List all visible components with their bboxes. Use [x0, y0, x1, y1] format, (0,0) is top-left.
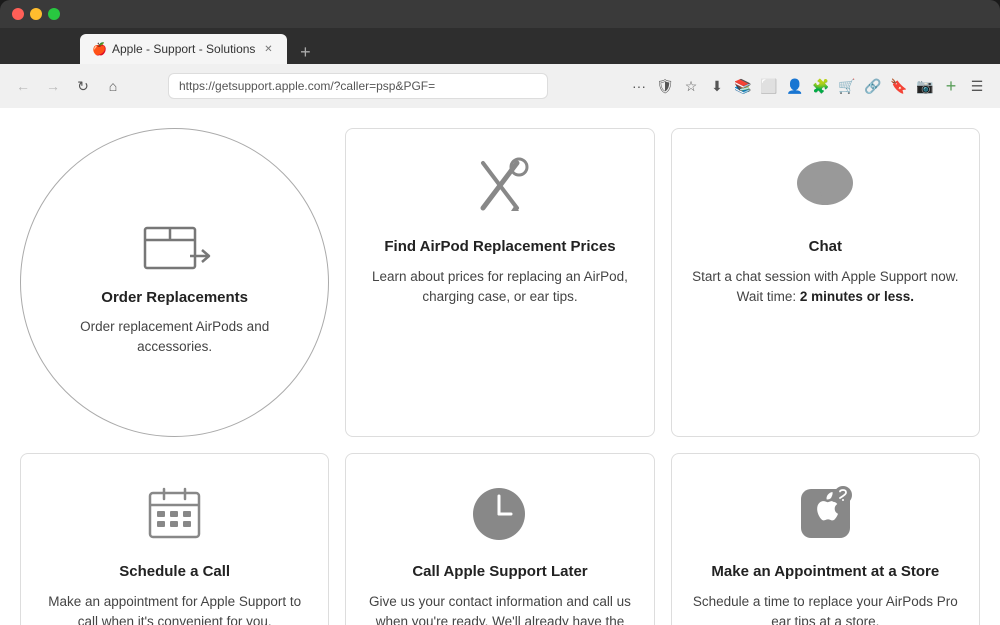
- card-chat-wait-value: 2 minutes or less.: [800, 289, 914, 304]
- card-schedule-call-title: Schedule a Call: [119, 562, 230, 582]
- card-chat-desc: Start a chat session with Apple Support …: [692, 267, 958, 308]
- tab-close-button[interactable]: ✕: [261, 42, 275, 56]
- cards-grid: Order Replacements Order replacement Air…: [20, 128, 980, 625]
- new-tab-button[interactable]: +: [293, 40, 317, 64]
- back-button[interactable]: ←: [12, 75, 34, 97]
- add-toolbar-icon[interactable]: +: [940, 75, 962, 97]
- apple-store-icon: [793, 478, 858, 548]
- calendar-icon: [142, 478, 207, 548]
- card-store-appointment-desc: Schedule a time to replace your AirPods …: [692, 592, 959, 625]
- address-bar: ← → ↻ ⌂ https://getsupport.apple.com/?ca…: [0, 64, 1000, 108]
- card-order-replacements[interactable]: Order Replacements Order replacement Air…: [20, 128, 329, 437]
- close-button[interactable]: [12, 8, 24, 20]
- card-find-prices[interactable]: Find AirPod Replacement Prices Learn abo…: [345, 128, 654, 437]
- maximize-button[interactable]: [48, 8, 60, 20]
- download-icon[interactable]: ⬇: [706, 75, 728, 97]
- card-call-later-title: Call Apple Support Later: [412, 562, 587, 582]
- menu-icon[interactable]: ☰: [966, 75, 988, 97]
- card-schedule-call[interactable]: Schedule a Call Make an appointment for …: [20, 453, 329, 625]
- bookmark-icon[interactable]: ☆: [680, 75, 702, 97]
- shopping-icon[interactable]: 🛒: [836, 75, 858, 97]
- profile-icon[interactable]: 👤: [784, 75, 806, 97]
- card-call-later-desc: Give us your contact information and cal…: [366, 592, 633, 625]
- extensions-icon[interactable]: 🧩: [810, 75, 832, 97]
- chat-bubble-icon: [790, 153, 860, 223]
- card-chat[interactable]: Chat Start a chat session with Apple Sup…: [671, 128, 980, 437]
- card-store-appointment[interactable]: Make an Appointment at a Store Schedule …: [671, 453, 980, 625]
- traffic-lights: [12, 8, 60, 20]
- browser-content: Order Replacements Order replacement Air…: [0, 108, 1000, 625]
- card-order-replacements-title: Order Replacements: [101, 288, 248, 308]
- tools-icon: [465, 153, 535, 223]
- url-text: https://getsupport.apple.com/?caller=psp…: [179, 79, 435, 93]
- clock-icon: [467, 478, 532, 548]
- tab-bar: 🍎 Apple - Support - Solutions ✕ +: [0, 28, 1000, 64]
- tab-title-label: Apple - Support - Solutions: [112, 42, 255, 56]
- card-chat-title: Chat: [809, 237, 842, 257]
- home-button[interactable]: ⌂: [102, 75, 124, 97]
- shield-icon[interactable]: 🛡: [654, 75, 676, 97]
- screenshot-icon[interactable]: 📷: [914, 75, 936, 97]
- card-schedule-call-desc: Make an appointment for Apple Support to…: [41, 592, 308, 625]
- card-find-prices-title: Find AirPod Replacement Prices: [384, 237, 615, 257]
- minimize-button[interactable]: [30, 8, 42, 20]
- address-input[interactable]: https://getsupport.apple.com/?caller=psp…: [168, 73, 548, 99]
- box-arrow-icon: [135, 208, 215, 278]
- card-order-replacements-desc: Order replacement AirPods and accessorie…: [41, 317, 308, 358]
- tab-favicon-icon: 🍎: [92, 42, 106, 56]
- link-icon[interactable]: 🔗: [862, 75, 884, 97]
- card-find-prices-desc: Learn about prices for replacing an AirP…: [366, 267, 633, 308]
- bookmark2-icon[interactable]: 🔖: [888, 75, 910, 97]
- card-chat-desc-main: Start a chat session with Apple Support …: [692, 269, 958, 284]
- library-icon[interactable]: 📚: [732, 75, 754, 97]
- more-options-icon[interactable]: ···: [628, 75, 650, 97]
- toolbar-right: ··· 🛡 ☆ ⬇ 📚 ⬜ 👤 🧩 🛒 🔗 🔖 📷 + ☰: [628, 75, 988, 97]
- card-call-later[interactable]: Call Apple Support Later Give us your co…: [345, 453, 654, 625]
- title-bar: [0, 0, 1000, 28]
- card-store-appointment-title: Make an Appointment at a Store: [711, 562, 939, 582]
- tab-view-icon[interactable]: ⬜: [758, 75, 780, 97]
- forward-button[interactable]: →: [42, 75, 64, 97]
- reload-button[interactable]: ↻: [72, 75, 94, 97]
- card-chat-wait-label: Wait time:: [737, 289, 800, 304]
- tab-apple-support[interactable]: 🍎 Apple - Support - Solutions ✕: [80, 34, 287, 64]
